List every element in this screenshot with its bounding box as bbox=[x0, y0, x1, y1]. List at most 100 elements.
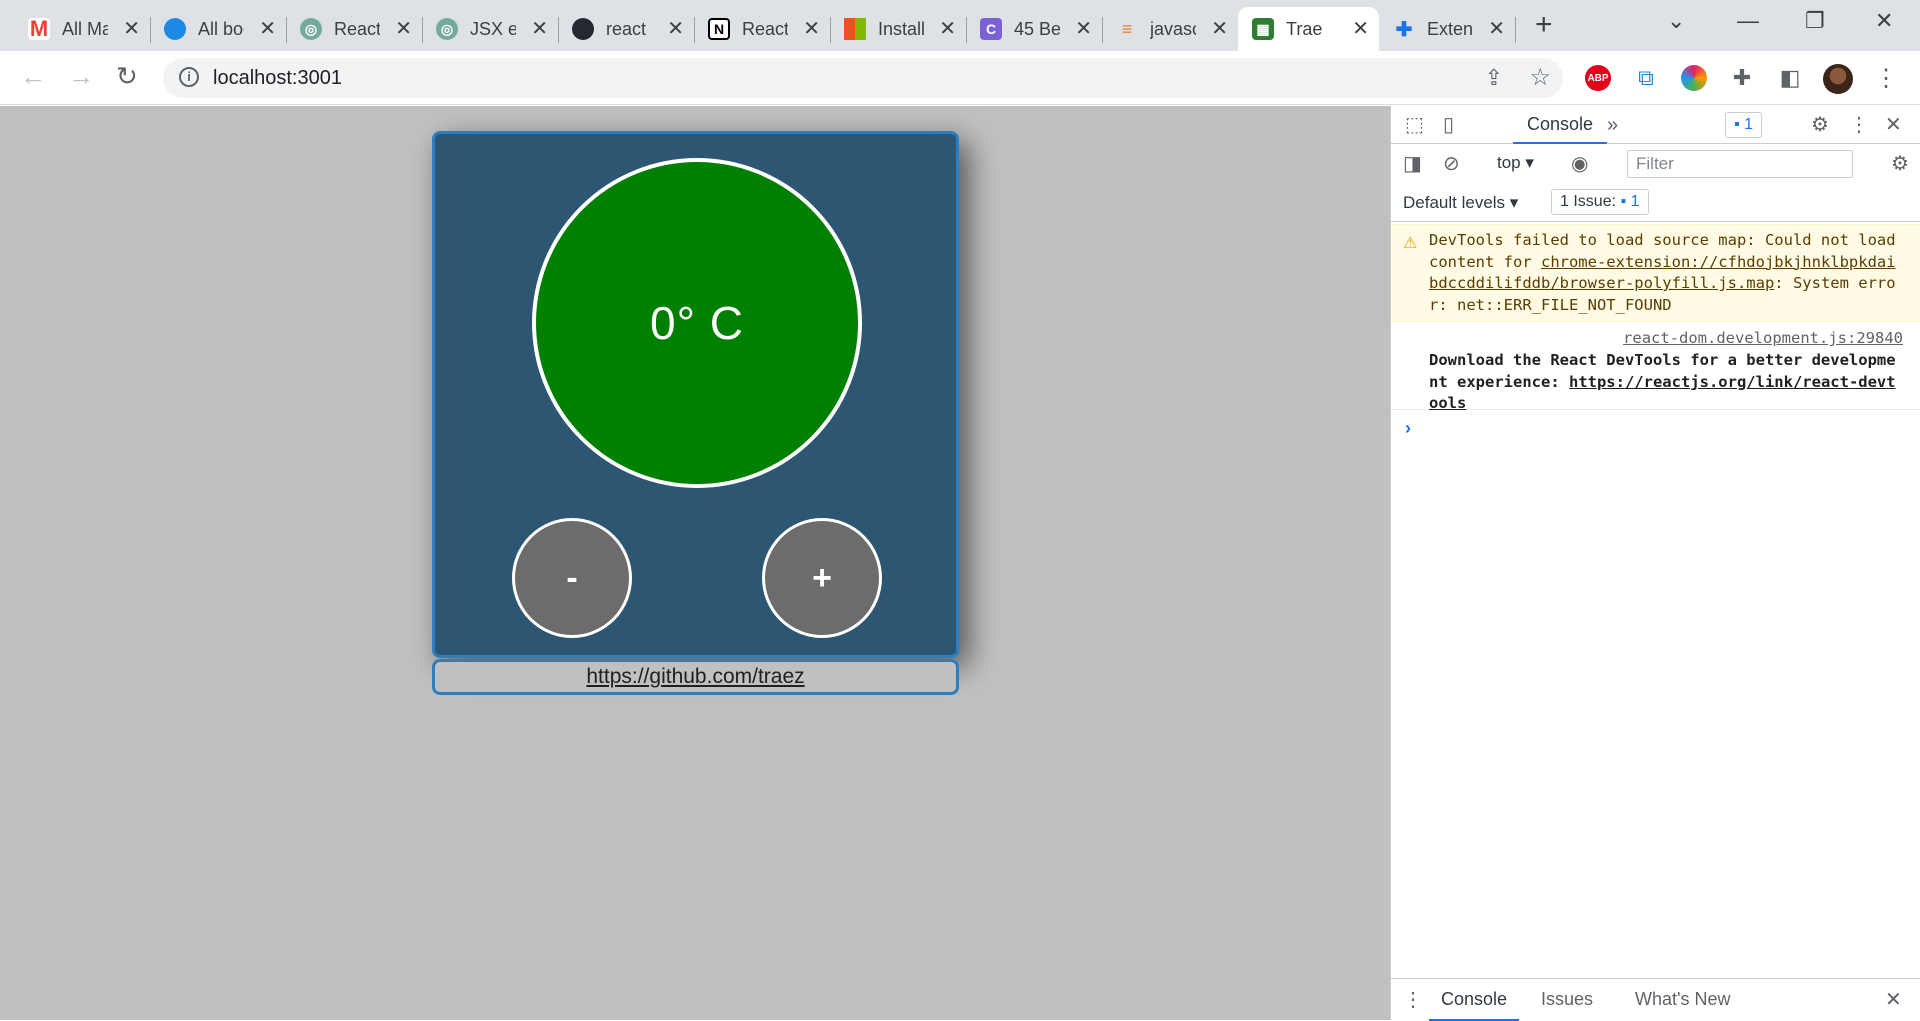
stackoverflow-icon: ≡ bbox=[1121, 18, 1133, 39]
close-window-icon[interactable]: ✕ bbox=[1875, 8, 1893, 34]
close-tab-icon[interactable]: ✕ bbox=[939, 19, 956, 39]
browser-tab[interactable]: ◎ React ✕ bbox=[286, 7, 423, 51]
drawer-tab-console[interactable]: Console bbox=[1429, 979, 1520, 1021]
extensions-puzzle-icon[interactable]: ✚ bbox=[1729, 65, 1755, 91]
console-levels-bar: Default levels ▾ 1 Issue: ▪ 1 bbox=[1391, 184, 1920, 222]
color-picker-icon[interactable] bbox=[1681, 65, 1707, 91]
browser-toolbar: ← → ↻ i localhost:3001 ⇪ ☆ ABP ⧉ ✚ ◧ ⋮ bbox=[0, 51, 1920, 105]
footer-link-bar: https://github.com/traez bbox=[432, 659, 959, 695]
drawer-menu-icon[interactable]: ⋮ bbox=[1403, 990, 1423, 1010]
console-log-entry: react-dom.development.js:29840 Download … bbox=[1391, 322, 1920, 412]
restore-icon[interactable]: ❐ bbox=[1805, 8, 1825, 34]
browser-tab-active[interactable]: ▦ Trae ✕ bbox=[1238, 7, 1379, 51]
forward-icon[interactable]: → bbox=[68, 63, 94, 89]
close-tab-icon[interactable]: ✕ bbox=[1075, 19, 1092, 39]
devtools-drawer: ⋮ Console Issues What's New ✕ bbox=[1391, 978, 1920, 1021]
adblock-plus-icon[interactable]: ABP bbox=[1585, 65, 1611, 91]
tab-strip: M All Mail ✕ All bookmarks ✕ ◎ React ✕ ◎… bbox=[0, 0, 1920, 51]
browser-tab[interactable]: M All Mail ✕ bbox=[14, 7, 151, 51]
drawer-tab-issues[interactable]: Issues bbox=[1529, 979, 1605, 1021]
share-icon[interactable]: ⇪ bbox=[1485, 65, 1503, 91]
site-info-icon[interactable]: i bbox=[179, 67, 199, 87]
browser-tab[interactable]: C 45 Best ✕ bbox=[966, 7, 1103, 51]
url-text[interactable]: localhost:3001 bbox=[213, 67, 342, 90]
puzzle-icon: ✚ bbox=[1395, 18, 1413, 41]
more-tabs-icon[interactable]: » bbox=[1607, 115, 1618, 135]
warning-message: DevTools failed to load source map: Coul… bbox=[1429, 231, 1896, 314]
issues-button[interactable]: 1 Issue: ▪ 1 bbox=[1551, 189, 1649, 215]
extension-icon[interactable]: ⧉ bbox=[1633, 65, 1659, 91]
temperature-value: 0 bbox=[650, 297, 677, 349]
address-bar[interactable]: i localhost:3001 ⇪ ☆ bbox=[163, 58, 1563, 98]
log-source-link[interactable]: react-dom.development.js:29840 bbox=[1623, 328, 1903, 350]
page-viewport: 0° C - + https://github.com/traez bbox=[0, 106, 1390, 1020]
sidebar-toggle-icon[interactable]: ◨ bbox=[1403, 154, 1422, 174]
avatar[interactable] bbox=[1823, 64, 1853, 94]
close-tab-icon[interactable]: ✕ bbox=[259, 19, 276, 39]
temperature-unit: ° C bbox=[676, 297, 744, 349]
close-tab-icon[interactable]: ✕ bbox=[1352, 19, 1369, 39]
microsoft-icon bbox=[844, 18, 866, 40]
temperature-readout: 0° C bbox=[650, 296, 744, 350]
browser-tab[interactable]: ≡ javascript ✕ bbox=[1102, 7, 1238, 51]
temperature-display: 0° C bbox=[532, 158, 862, 488]
drawer-tab-whats-new[interactable]: What's New bbox=[1623, 979, 1742, 1021]
menu-icon[interactable]: ⋮ bbox=[1873, 65, 1899, 92]
openai-icon: ◎ bbox=[300, 18, 322, 40]
clear-console-icon[interactable]: ⊘ bbox=[1443, 154, 1460, 174]
settings-gear-icon[interactable]: ⚙ bbox=[1811, 115, 1829, 135]
back-icon[interactable]: ← bbox=[20, 63, 46, 89]
close-tab-icon[interactable]: ✕ bbox=[395, 19, 412, 39]
devtools-tabbar: ⬚ ▯ Console » ▪ 1 ⚙ ⋮ ✕ bbox=[1391, 106, 1920, 144]
close-tab-icon[interactable]: ✕ bbox=[531, 19, 548, 39]
new-tab-button[interactable]: + bbox=[1535, 10, 1553, 40]
console-settings-icon[interactable]: ⚙ bbox=[1891, 154, 1909, 174]
cloud-icon bbox=[164, 18, 186, 40]
browser-tab[interactable]: N React ✕ bbox=[694, 7, 831, 51]
browser-tab[interactable]: Install ✕ bbox=[830, 7, 967, 51]
close-tab-icon[interactable]: ✕ bbox=[1488, 19, 1505, 39]
tab-search-icon[interactable]: ⌄ bbox=[1667, 8, 1685, 34]
close-tab-icon[interactable]: ✕ bbox=[1211, 19, 1228, 39]
message-icon: ▪ bbox=[1620, 193, 1631, 210]
devtools-menu-icon[interactable]: ⋮ bbox=[1849, 115, 1869, 135]
devtools-panel: ⬚ ▯ Console » ▪ 1 ⚙ ⋮ ✕ ◨ ⊘ top ▾ ◉ Filt… bbox=[1390, 106, 1920, 1021]
gmail-icon: M bbox=[28, 16, 50, 41]
reload-icon[interactable]: ↻ bbox=[116, 63, 138, 89]
browser-tab[interactable]: ◎ JSX explained ✕ bbox=[422, 7, 559, 51]
close-tab-icon[interactable]: ✕ bbox=[803, 19, 820, 39]
browser-tab[interactable]: All bookmarks ✕ bbox=[150, 7, 287, 51]
increase-button[interactable]: + bbox=[762, 518, 882, 638]
log-message: Download the React DevTools for a better… bbox=[1429, 351, 1896, 412]
thermostat-card: 0° C - + bbox=[432, 131, 959, 658]
trae-icon: ▦ bbox=[1252, 18, 1274, 40]
issues-counter[interactable]: ▪ 1 bbox=[1725, 112, 1763, 138]
log-levels-dropdown[interactable]: Default levels ▾ bbox=[1403, 193, 1518, 213]
browser-tab[interactable]: ✚ Extensions ✕ bbox=[1379, 7, 1516, 51]
filter-input[interactable]: Filter bbox=[1627, 150, 1853, 178]
browser-tab[interactable]: react ✕ bbox=[558, 7, 695, 51]
warning-icon: ⚠ bbox=[1403, 235, 1418, 252]
message-icon: ▪ bbox=[1734, 116, 1745, 133]
tab-console[interactable]: Console bbox=[1513, 106, 1608, 144]
close-drawer-icon[interactable]: ✕ bbox=[1885, 990, 1902, 1010]
decrease-button[interactable]: - bbox=[512, 518, 632, 638]
minimize-icon[interactable]: — bbox=[1737, 8, 1759, 34]
github-icon bbox=[572, 18, 594, 40]
notion-icon: N bbox=[708, 18, 730, 40]
live-expression-eye-icon[interactable]: ◉ bbox=[1571, 154, 1588, 174]
bookmark-star-icon[interactable]: ☆ bbox=[1529, 63, 1551, 92]
console-warning: ⚠ DevTools failed to load source map: Co… bbox=[1391, 224, 1920, 322]
close-devtools-icon[interactable]: ✕ bbox=[1885, 115, 1902, 135]
inspect-element-icon[interactable]: ⬚ bbox=[1405, 115, 1424, 135]
console-prompt-icon[interactable]: › bbox=[1405, 418, 1411, 439]
c-icon: C bbox=[980, 18, 1002, 40]
side-panel-icon[interactable]: ◧ bbox=[1777, 65, 1803, 91]
context-selector[interactable]: top ▾ bbox=[1497, 153, 1534, 173]
openai-icon: ◎ bbox=[436, 18, 458, 40]
device-toolbar-icon[interactable]: ▯ bbox=[1443, 115, 1454, 135]
github-link[interactable]: https://github.com/traez bbox=[586, 665, 804, 688]
close-tab-icon[interactable]: ✕ bbox=[667, 19, 684, 39]
console-toolbar: ◨ ⊘ top ▾ ◉ Filter ⚙ bbox=[1391, 144, 1920, 184]
close-tab-icon[interactable]: ✕ bbox=[123, 19, 140, 39]
